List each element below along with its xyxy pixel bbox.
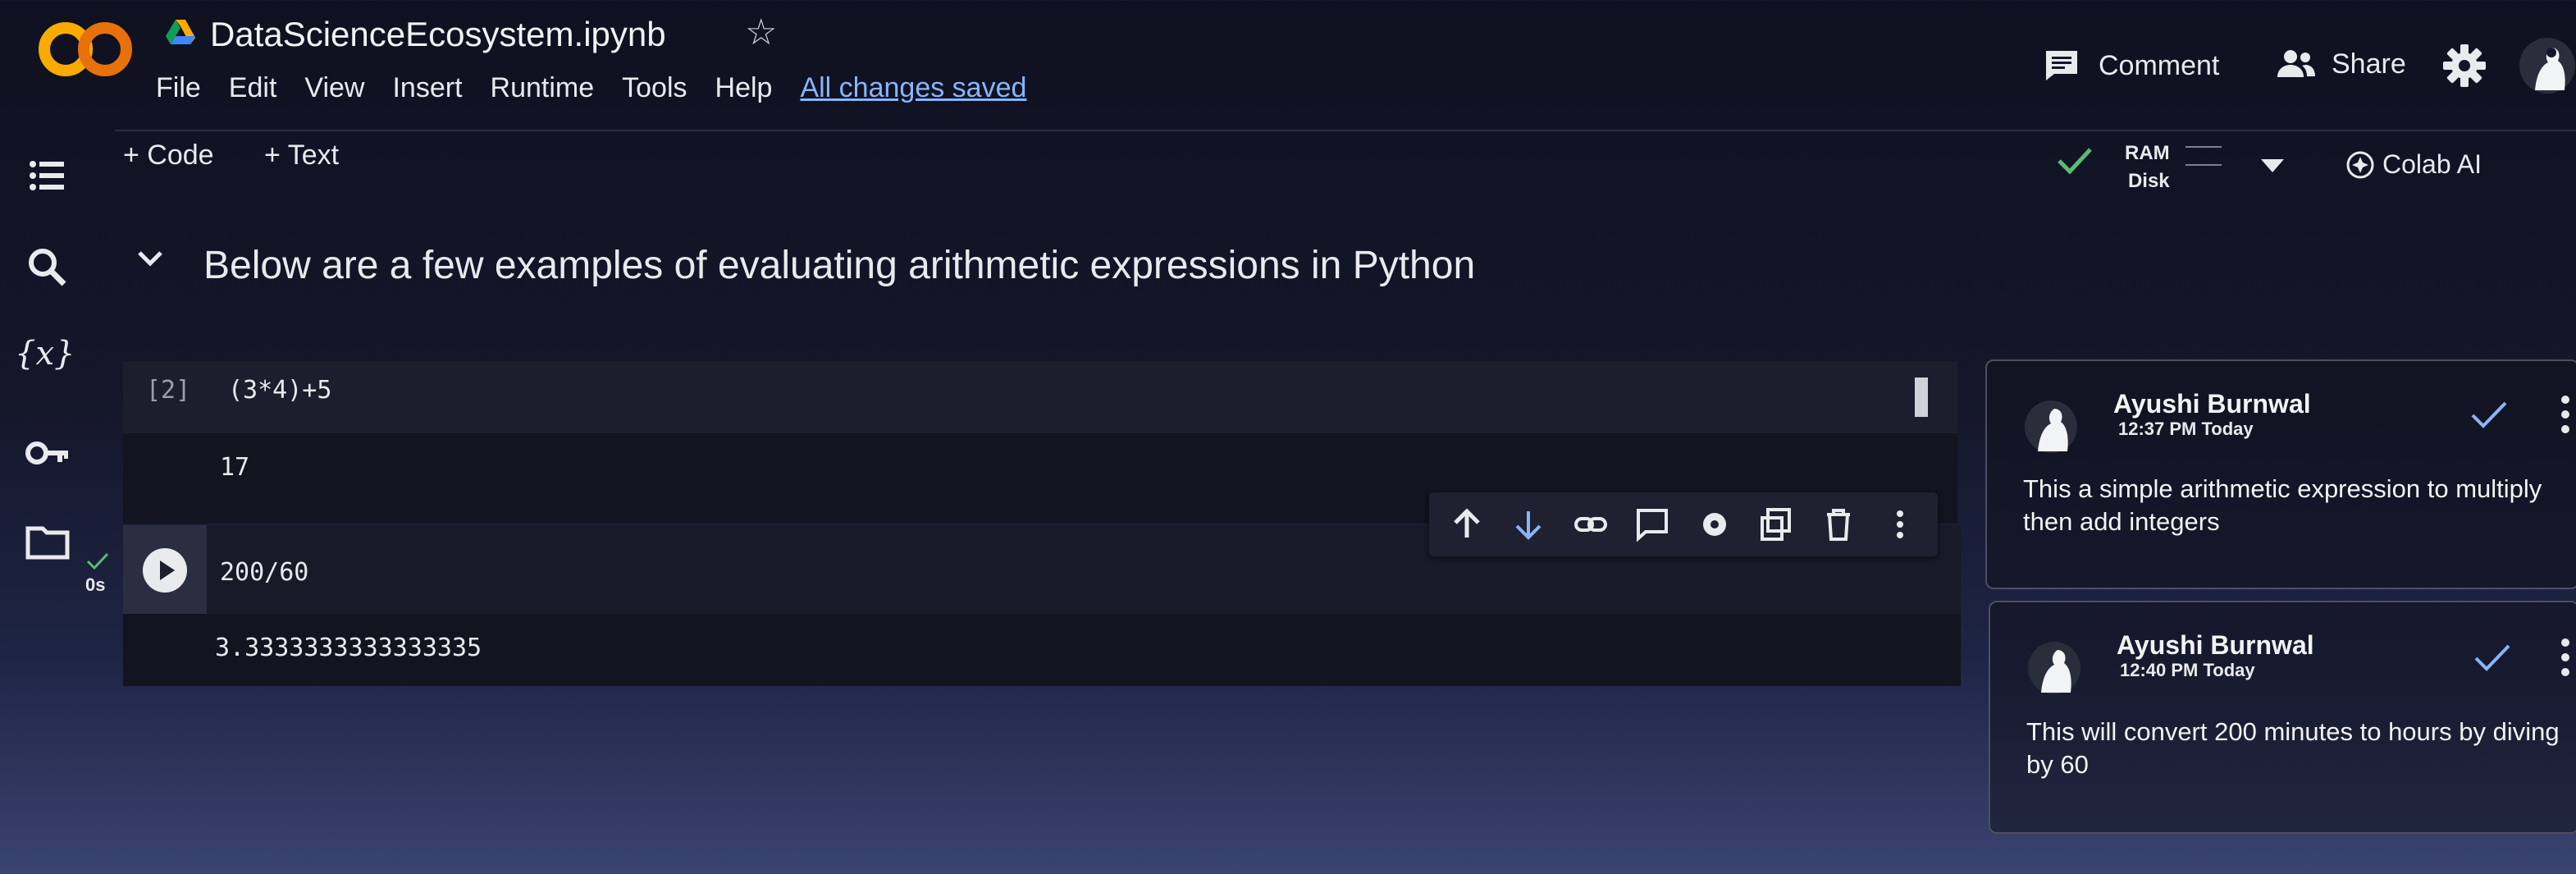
- comment-time: 12:37 PM Today: [2118, 419, 2254, 439]
- menu-bar: File Edit View Insert Runtime Tools Help…: [156, 72, 1054, 104]
- comment-more-icon[interactable]: [2560, 637, 2571, 678]
- resolve-comment-check-icon[interactable]: [2469, 399, 2509, 432]
- menu-view[interactable]: View: [304, 72, 364, 104]
- move-cell-down-icon[interactable]: [1510, 506, 1546, 542]
- execution-time: 0s: [85, 574, 106, 595]
- comment-more-icon[interactable]: [2560, 394, 2571, 435]
- scroll-marker: [1915, 378, 1928, 417]
- comment-time: 12:40 PM Today: [2120, 660, 2255, 680]
- mirror-cell-icon[interactable]: [1758, 506, 1794, 542]
- comment-body: This a simple arithmetic expression to m…: [2023, 474, 2542, 536]
- share-label: Share: [2332, 48, 2406, 80]
- colab-logo[interactable]: [36, 16, 135, 82]
- cell-1-code[interactable]: (3*4)+5: [228, 376, 331, 405]
- link-icon[interactable]: [1573, 506, 1609, 542]
- execution-done-check-icon: [86, 552, 109, 570]
- key-icon[interactable]: [25, 430, 71, 476]
- cell-settings-icon[interactable]: [1697, 506, 1733, 542]
- disk-label: Disk: [2127, 170, 2170, 192]
- share-button[interactable]: Share: [2276, 48, 2406, 80]
- user-avatar[interactable]: [2519, 33, 2576, 98]
- folder-icon[interactable]: [25, 519, 71, 565]
- add-code-button[interactable]: + Code: [123, 140, 214, 172]
- colab-ai-label: Colab AI: [2382, 149, 2482, 179]
- connected-check-icon[interactable]: [2056, 144, 2094, 177]
- toolbar-divider: [115, 130, 2576, 131]
- add-comment-icon[interactable]: [1634, 506, 1670, 542]
- delete-cell-icon[interactable]: [1820, 506, 1857, 542]
- notebook-title[interactable]: DataScienceEcosystem.ipynb: [210, 15, 666, 54]
- menu-insert[interactable]: Insert: [392, 72, 462, 104]
- move-cell-up-icon[interactable]: [1449, 506, 1485, 542]
- section-heading[interactable]: Below are a few examples of evaluating a…: [203, 243, 1475, 288]
- comment-icon: [2046, 51, 2077, 80]
- menu-file[interactable]: File: [156, 72, 201, 104]
- menu-help[interactable]: Help: [715, 72, 773, 104]
- execution-count: [2]: [146, 376, 191, 405]
- resolve-comment-check-icon[interactable]: [2473, 642, 2512, 675]
- comment-author: Ayushi Burnwal: [2117, 630, 2314, 660]
- variables-icon[interactable]: {x}: [15, 335, 75, 373]
- table-of-contents-icon[interactable]: [25, 153, 71, 199]
- resource-indicator[interactable]: RAM Disk: [2125, 140, 2170, 195]
- star-icon[interactable]: ☆: [745, 11, 777, 53]
- search-icon[interactable]: [25, 245, 71, 291]
- ram-label: RAM: [2125, 142, 2170, 164]
- comment-author-avatar: [2028, 642, 2080, 694]
- menu-runtime[interactable]: Runtime: [491, 72, 595, 104]
- share-people-icon: [2277, 50, 2315, 77]
- colab-ai-icon: [2346, 151, 2374, 178]
- comment-body: This will convert 200 minutes to hours b…: [2026, 717, 2560, 779]
- comment-author: Ayushi Burnwal: [2113, 389, 2311, 419]
- menu-edit[interactable]: Edit: [229, 72, 277, 104]
- save-status-link[interactable]: All changes saved: [800, 72, 1026, 104]
- run-cell-button[interactable]: [143, 548, 187, 593]
- comment-author-avatar: [2025, 400, 2077, 453]
- settings-gear-icon[interactable]: [2441, 43, 2487, 89]
- menu-tools[interactable]: Tools: [622, 72, 687, 104]
- code-cell-1[interactable]: [123, 361, 1957, 433]
- resource-bars: [2185, 146, 2222, 192]
- cell-2-code[interactable]: 200/60: [220, 558, 308, 587]
- cell-toolbar: [1429, 492, 1938, 556]
- cell-2-output: 3.3333333333333335: [215, 634, 482, 662]
- comment-button[interactable]: Comment: [2043, 48, 2219, 84]
- cell-1-output: 17: [220, 453, 250, 482]
- collapse-section-chevron-icon[interactable]: [136, 246, 164, 271]
- runtime-dropdown-icon[interactable]: [2261, 159, 2284, 172]
- colab-ai-button[interactable]: Colab AI: [2346, 149, 2482, 180]
- comment-label: Comment: [2099, 49, 2220, 81]
- add-text-button[interactable]: + Text: [264, 140, 339, 172]
- drive-icon: [166, 20, 195, 44]
- more-options-icon[interactable]: [1882, 506, 1918, 542]
